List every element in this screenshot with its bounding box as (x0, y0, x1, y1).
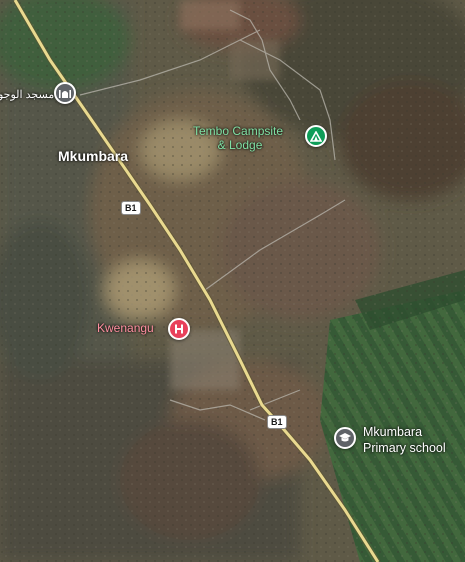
campsite-tent-icon (310, 130, 322, 142)
road-shield-label: B1 (125, 203, 137, 213)
school-marker[interactable] (334, 427, 356, 449)
road-shield-b1: B1 (267, 415, 287, 429)
mosque-icon (59, 90, 71, 98)
campsite-marker[interactable] (305, 125, 327, 147)
hospital-h-icon (175, 324, 183, 334)
map-view[interactable]: B1 B1 مسجد الوجو Mkumbara Tembo Campsite… (0, 0, 465, 562)
campsite-label-line1: Tembo Campsite (193, 124, 284, 138)
campsite-label-line2: & Lodge (217, 138, 263, 152)
school-graduation-cap-icon (339, 433, 351, 442)
hospital-marker[interactable] (168, 318, 190, 340)
school-label-line2: Primary school (363, 441, 446, 455)
school-label[interactable]: Mkumbara Primary school (363, 424, 446, 456)
road-shield-label: B1 (271, 417, 283, 427)
town-label-mkumbara[interactable]: Mkumbara (58, 148, 128, 164)
road-shield-b1: B1 (121, 201, 141, 215)
mosque-label[interactable]: مسجد الوجو (0, 88, 54, 101)
school-label-line1: Mkumbara (363, 425, 423, 439)
campsite-label[interactable]: Tembo Campsite & Lodge (193, 124, 283, 152)
hospital-label[interactable]: Kwenangu (97, 321, 154, 335)
mosque-marker[interactable] (54, 82, 76, 104)
